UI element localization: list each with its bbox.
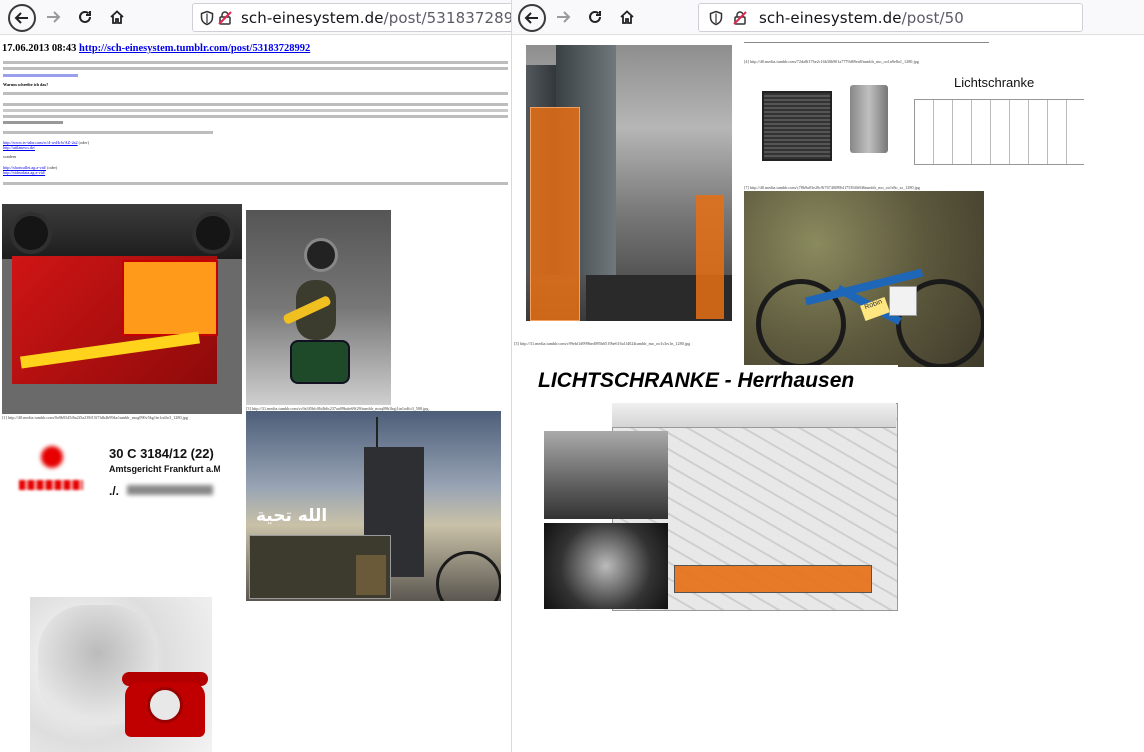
- wreck-photo: [544, 523, 668, 609]
- home-button[interactable]: [614, 4, 640, 30]
- home-icon: [620, 10, 634, 24]
- phone-dial-icon: [147, 687, 183, 723]
- herrhausen-collage-image: LICHTSCHRANKE - Herrhausen: [538, 365, 898, 611]
- orange-sequence-strip: [674, 565, 872, 593]
- arrow-right-icon: [47, 11, 61, 23]
- back-button[interactable]: [518, 4, 546, 32]
- court-case-number: 30 C 3184/12 (22): [109, 446, 214, 461]
- browser-window-right: sch-einesystem.de/post/50 [3] http://31.…: [511, 0, 1144, 752]
- redacted-name: [127, 485, 213, 495]
- collage-title: LICHTSCHRANKE - Herrhausen: [538, 369, 855, 392]
- arrow-right-icon: [557, 11, 571, 23]
- rc-car-fireworks-image: [2, 204, 242, 414]
- reload-icon: [79, 10, 91, 23]
- page-content-right: [3] http://31.media.tumblr.com/c99ebf1d9…: [512, 35, 1144, 752]
- vodafone-court-image: 30 C 3184/12 (22) Amtsgericht Frankfurt …: [15, 440, 220, 505]
- home-button[interactable]: [104, 4, 130, 30]
- street-lightbarrier-image: [526, 45, 732, 321]
- arrow-left-icon: [14, 12, 28, 24]
- word-sondern: sondern: [3, 154, 17, 159]
- court-name: Amtsgericht Frankfurt a.M.: [109, 464, 220, 474]
- map-browser-bar: [612, 403, 896, 428]
- reflector-image: [762, 91, 832, 161]
- url-host: sch-einesystem.de: [759, 8, 902, 27]
- page-content-left: 17.06.2013 08:43 http://sch-einesystem.t…: [0, 35, 511, 752]
- url-bar[interactable]: sch-einesystem.de/post/53183728992/: [192, 3, 511, 32]
- url-text: sch-einesystem.de/post/50: [759, 9, 964, 27]
- reload-button[interactable]: [72, 4, 98, 30]
- reload-button[interactable]: [582, 4, 608, 30]
- forward-button[interactable]: [40, 4, 66, 30]
- circuit-diagram: [914, 99, 1084, 165]
- court-versus: ./.: [109, 484, 120, 498]
- shield-icon[interactable]: [199, 7, 215, 29]
- caption-bike-image: [7] http://40.media.tumblr.com/c78b9a03e…: [744, 185, 920, 190]
- post-link[interactable]: http://sch-einesystem.tumblr.com/post/53…: [79, 43, 310, 54]
- orange-highlight-left: [530, 107, 580, 321]
- bicycle-image: Robin: [744, 191, 984, 367]
- shield-icon[interactable]: [705, 7, 727, 29]
- browser-toolbar: sch-einesystem.de/post/50: [512, 0, 1144, 35]
- scope-reticle: [436, 551, 501, 601]
- link-4[interactable]: http://videodata.ag.a-vid/: [3, 170, 45, 175]
- bike-tag: [889, 286, 917, 316]
- reload-icon: [589, 10, 601, 23]
- sensor-unit-image: [850, 85, 888, 153]
- browser-toolbar: sch-einesystem.de/post/53183728992/: [0, 0, 511, 35]
- vodafone-logo-blurred: [41, 446, 63, 468]
- caption-rc-image: [1] http://40.media.tumblr.com/0a9b9345f…: [2, 415, 188, 420]
- insecure-lock-icon[interactable]: [729, 7, 751, 29]
- section-label: Warum schreibe ich das?: [3, 82, 49, 87]
- sensor-title: Lichtschranke: [954, 75, 1035, 90]
- arabic-caption: الله تحية: [256, 506, 328, 526]
- browser-window-left: sch-einesystem.de/post/53183728992/ 17.0…: [0, 0, 511, 752]
- post-date: 17.06.2013 08:43: [2, 43, 77, 54]
- url-text: sch-einesystem.de/post/53183728992/: [241, 9, 511, 27]
- post-header: 17.06.2013 08:43 http://sch-einesystem.t…: [2, 43, 310, 54]
- caption-street-image: [3] http://31.media.tumblr.com/c99ebf1d9…: [514, 341, 691, 346]
- link-2[interactable]: http://atilanews.de/: [3, 145, 35, 150]
- road-photo: [544, 431, 668, 519]
- webcam-stand-image: [246, 210, 391, 405]
- lichtschranke-sensor-image: Lichtschranke: [744, 73, 1084, 168]
- orange-highlight-right: [696, 195, 724, 319]
- forward-button[interactable]: [550, 4, 576, 30]
- insecure-lock-icon[interactable]: [217, 7, 233, 29]
- arrow-left-icon: [524, 12, 538, 24]
- home-icon: [110, 10, 124, 24]
- url-path: /post/50: [901, 8, 964, 27]
- back-button[interactable]: [8, 4, 36, 32]
- tower-collage-image: الله تحية: [246, 411, 501, 601]
- url-path: /post/53183728992/: [383, 8, 511, 27]
- red-telephone-image: [30, 597, 212, 752]
- url-bar[interactable]: sch-einesystem.de/post/50: [698, 3, 1083, 32]
- caption-sensor-image: [4] http://40.media.tumblr.com/72da8f176…: [744, 59, 919, 64]
- url-host: sch-einesystem.de: [241, 8, 384, 27]
